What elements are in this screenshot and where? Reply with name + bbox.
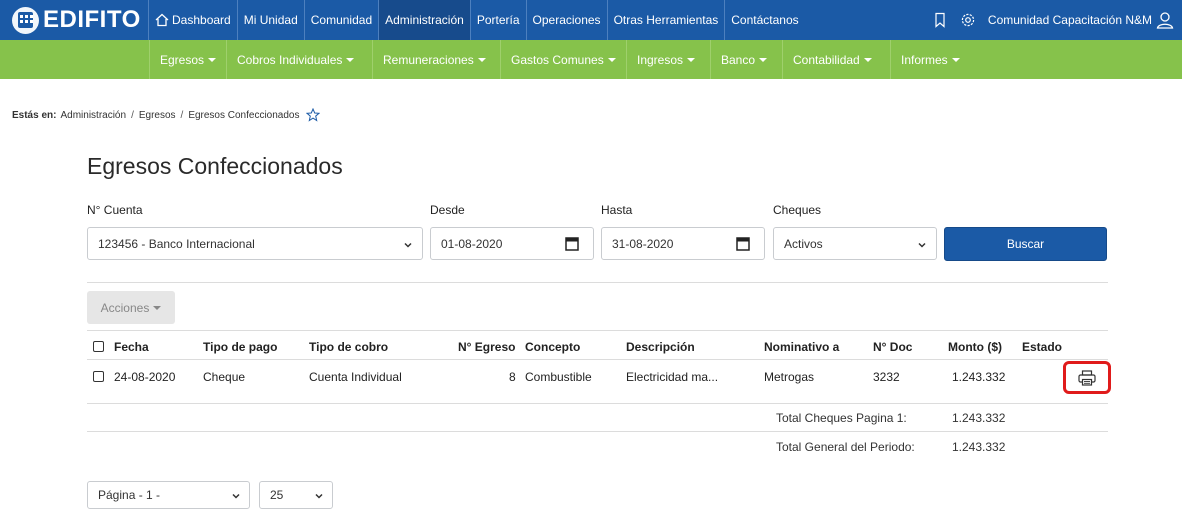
caret-down-icon	[346, 57, 355, 62]
total-page-value: 1.243.332	[952, 411, 1006, 425]
caret-down-icon	[951, 57, 960, 62]
divider	[87, 403, 1108, 404]
print-button[interactable]	[1063, 361, 1111, 394]
desde-date-input[interactable]: 01-08-2020	[430, 227, 594, 260]
hasta-label: Hasta	[601, 203, 633, 217]
breadcrumb: Estás en: Administración / Egresos / Egr…	[12, 108, 320, 122]
col-n-doc[interactable]: N° Doc	[873, 340, 912, 354]
menu-gastos-comunes[interactable]: Gastos Comunes	[500, 40, 626, 79]
col-monto[interactable]: Monto ($)	[948, 340, 1002, 354]
caret-down-icon	[477, 57, 486, 62]
brand-name: EDIFITO	[43, 6, 141, 33]
community-name[interactable]: Comunidad Capacitación N&M	[988, 13, 1152, 27]
chevron-down-icon	[315, 493, 323, 499]
menu-banco[interactable]: Banco	[710, 40, 777, 79]
cell-tipo-cobro: Cuenta Individual	[309, 370, 402, 384]
caret-down-icon	[759, 57, 768, 62]
acciones-dropdown-button[interactable]: Acciones	[87, 291, 175, 324]
calendar-icon[interactable]	[736, 236, 750, 251]
user-icon[interactable]	[1156, 11, 1174, 29]
total-page-label: Total Cheques Pagina 1:	[776, 411, 907, 425]
cheques-label: Cheques	[773, 203, 822, 217]
menu-remuneraciones[interactable]: Remuneraciones	[372, 40, 496, 79]
topnav-dashboard[interactable]: Dashboard	[148, 0, 237, 40]
cell-n-doc: 3232	[873, 370, 900, 384]
home-icon	[155, 13, 169, 27]
topnav-contactanos[interactable]: Contáctanos	[724, 0, 804, 40]
buscar-button[interactable]: Buscar	[944, 227, 1107, 261]
cuenta-select[interactable]: 123456 - Banco Internacional	[87, 227, 423, 260]
select-all-checkbox[interactable]	[93, 341, 104, 352]
building-icon	[12, 6, 39, 34]
topnav-operaciones[interactable]: Operaciones	[525, 0, 607, 40]
row-checkbox[interactable]	[93, 371, 104, 382]
caret-down-icon	[208, 57, 217, 62]
hasta-date-input[interactable]: 31-08-2020	[601, 227, 765, 260]
module-menu: Egresos Cobros Individuales Remuneracion…	[0, 40, 1182, 79]
menu-cobros-individuales[interactable]: Cobros Individuales	[226, 40, 364, 79]
bookmark-icon[interactable]	[932, 12, 948, 28]
topnav-comunidad[interactable]: Comunidad	[303, 0, 378, 40]
chevron-down-icon	[918, 242, 926, 248]
topnav-administracion[interactable]: Administración	[378, 0, 470, 40]
top-nav: Dashboard Mi Unidad Comunidad Administra…	[148, 0, 805, 40]
col-fecha[interactable]: Fecha	[114, 340, 149, 354]
breadcrumb-administracion[interactable]: Administración	[60, 110, 126, 121]
menu-ingresos[interactable]: Ingresos	[626, 40, 705, 79]
col-tipo-cobro[interactable]: Tipo de cobro	[309, 340, 388, 354]
cell-fecha: 24-08-2020	[114, 370, 176, 384]
cell-descripcion: Electricidad ma...	[626, 370, 719, 384]
chevron-down-icon	[404, 242, 412, 248]
divider	[87, 282, 1108, 283]
cell-monto: 1.243.332	[952, 370, 1006, 384]
topnav-mi-unidad[interactable]: Mi Unidad	[236, 0, 304, 40]
cell-tipo-pago: Cheque	[203, 370, 246, 384]
caret-down-icon	[863, 57, 872, 62]
menu-egresos[interactable]: Egresos	[149, 40, 226, 79]
menu-informes[interactable]: Informes	[890, 40, 970, 79]
breadcrumb-label: Estás en:	[12, 109, 57, 121]
breadcrumb-egresos[interactable]: Egresos	[139, 110, 176, 121]
page-size-select[interactable]: 25	[259, 481, 333, 509]
col-descripcion[interactable]: Descripción	[626, 340, 695, 354]
gear-icon[interactable]	[960, 12, 976, 28]
menu-contabilidad[interactable]: Contabilidad	[782, 40, 882, 79]
col-concepto[interactable]: Concepto	[525, 340, 580, 354]
col-nominativo[interactable]: Nominativo a	[764, 340, 839, 354]
top-right-tools: Comunidad Capacitación N&M	[932, 0, 1182, 40]
page-select[interactable]: Página - 1 -	[87, 481, 250, 509]
top-navbar: EDIFITO Dashboard Mi Unidad Comunidad Ad…	[0, 0, 1182, 40]
col-estado[interactable]: Estado	[1022, 340, 1062, 354]
total-period-label: Total General del Periodo:	[776, 440, 915, 454]
breadcrumb-current: Egresos Confeccionados	[188, 109, 300, 121]
desde-label: Desde	[430, 203, 465, 217]
calendar-icon[interactable]	[565, 236, 579, 251]
divider	[87, 330, 1108, 331]
topnav-porteria[interactable]: Portería	[469, 0, 526, 40]
cell-n-egreso: 8	[509, 370, 516, 384]
topnav-otras-herramientas[interactable]: Otras Herramientas	[606, 0, 725, 40]
caret-down-icon	[153, 305, 162, 310]
divider	[87, 431, 1108, 432]
col-tipo-pago[interactable]: Tipo de pago	[203, 340, 277, 354]
printer-icon	[1078, 369, 1096, 386]
favorite-star-icon[interactable]	[305, 108, 320, 122]
cell-concepto: Combustible	[525, 370, 592, 384]
cuenta-label: N° Cuenta	[87, 203, 143, 217]
cheques-select[interactable]: Activos	[773, 227, 937, 260]
caret-down-icon	[607, 57, 616, 62]
caret-down-icon	[687, 57, 696, 62]
col-n-egreso[interactable]: N° Egreso	[458, 340, 515, 354]
cell-nominativo: Metrogas	[764, 370, 815, 384]
chevron-down-icon	[232, 493, 240, 499]
edifito-logo[interactable]: EDIFITO	[0, 0, 148, 40]
total-period-value: 1.243.332	[952, 440, 1006, 454]
divider	[87, 359, 1108, 360]
page-title: Egresos Confeccionados	[87, 153, 343, 179]
